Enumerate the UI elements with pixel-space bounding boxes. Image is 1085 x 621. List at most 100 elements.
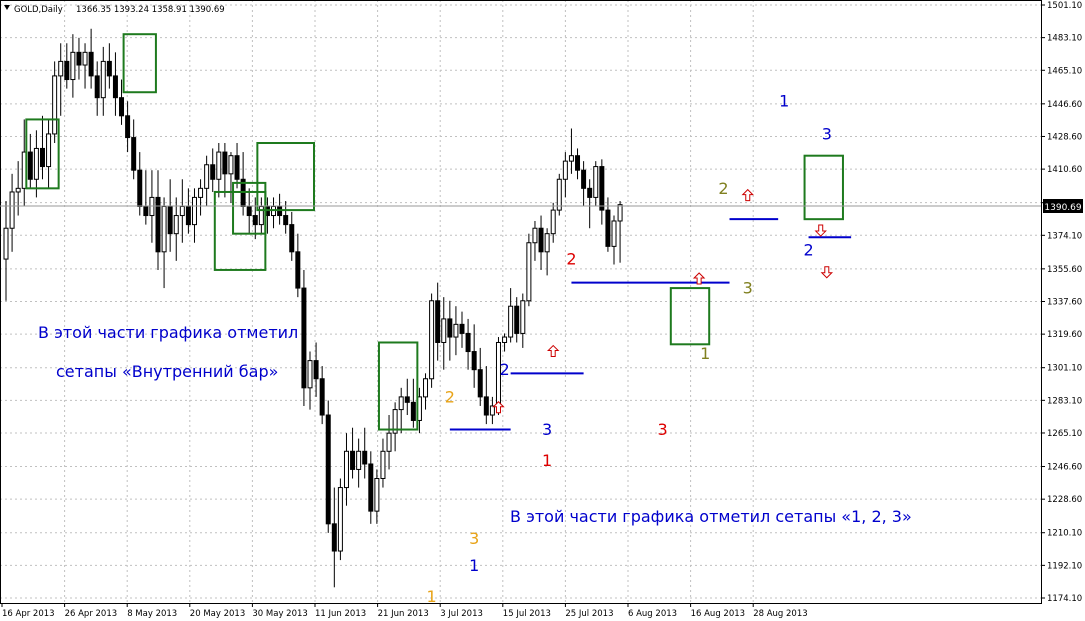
x-tick-label: 21 Jun 2013 [378, 609, 429, 619]
candle-body-bull [617, 204, 623, 222]
candle-body-bear [575, 155, 581, 171]
candle-body-bull [489, 405, 495, 416]
candle-body-bear [605, 209, 611, 247]
candle-body-bear [131, 137, 137, 171]
x-tick-label: 30 May 2013 [252, 609, 307, 619]
setup-point-label: 3 [822, 124, 832, 143]
candle-body-bear [64, 60, 70, 81]
candle-body-bull [453, 323, 459, 338]
candle-body-bear [94, 75, 100, 99]
candle-body-bull [550, 209, 556, 235]
x-tick-label: 11 Jun 2013 [315, 609, 366, 619]
candle-body-bear [538, 227, 544, 253]
x-tick-label: 26 Apr 2013 [65, 609, 118, 619]
y-tick-label: 1483.10 [1047, 34, 1082, 44]
candle [301, 269, 307, 406]
y-tick-label: 1192.10 [1047, 561, 1082, 571]
setup-point-label: 1 [700, 344, 710, 363]
candle-body-bear [362, 450, 368, 465]
candle-body-bull [191, 196, 197, 226]
candle-body-bull [173, 215, 179, 235]
setup-point-label: 3 [469, 529, 479, 548]
candle-body-bear [283, 215, 289, 226]
x-tick-label: 6 Aug 2013 [628, 609, 677, 619]
setup-point-label: 1 [542, 451, 552, 470]
x-tick-label: 3 Jul 2013 [440, 609, 483, 619]
candle-body-bull [568, 155, 574, 162]
setup-point-label: 2 [566, 250, 576, 269]
candle-body-bull [532, 227, 538, 244]
candle-body-bull [33, 147, 39, 180]
setup-point-label: 2 [803, 240, 813, 259]
y-tick-label: 1355.60 [1047, 265, 1082, 275]
x-tick-label: 16 Aug 2013 [691, 609, 745, 619]
y-tick-label: 1228.60 [1047, 495, 1082, 505]
candle-body-bear [331, 523, 337, 552]
candle-body-bull [198, 187, 204, 198]
candle-body-bear [167, 205, 173, 235]
x-tick-label: 16 Apr 2013 [2, 609, 55, 619]
candle-body-bear [410, 401, 416, 421]
y-tick-label: 1410.60 [1047, 165, 1082, 175]
candle-body-bear [301, 287, 307, 389]
y-tick-label: 1246.60 [1047, 463, 1082, 473]
candle-body-bull [82, 51, 88, 66]
candle-body-bull [374, 477, 380, 512]
x-tick-label: 20 May 2013 [190, 609, 245, 619]
candle-body-bull [520, 300, 526, 334]
candle-body-bull [526, 242, 532, 302]
candle-body-bear [39, 147, 45, 168]
y-tick-label: 1337.60 [1047, 298, 1082, 308]
candle-body-bear [106, 60, 112, 77]
candle-body-bear [76, 51, 82, 66]
candle-body-bull [52, 75, 58, 135]
candle-body-bear [483, 396, 489, 416]
candle-body-bull [611, 220, 617, 247]
setup-point-label: 2 [499, 360, 509, 379]
candle-body-bear [477, 369, 483, 398]
y-tick-label: 1319.60 [1047, 330, 1082, 340]
setup-point-label: 3 [743, 279, 753, 298]
candle-body-bull [179, 205, 185, 217]
chart-background [0, 0, 1085, 621]
candle-body-bull [228, 155, 234, 175]
candle-body-bear [27, 151, 33, 180]
setup-point-label: 3 [658, 420, 668, 439]
candle-body-bull [556, 178, 562, 211]
setup-point-label: 3 [542, 420, 552, 439]
candle-body-bull [204, 164, 210, 189]
candle-body-bear [514, 305, 520, 334]
y-tick-label: 1465.10 [1047, 66, 1082, 76]
y-tick-label: 1301.10 [1047, 364, 1082, 374]
candle-body-bear [222, 151, 228, 175]
inside-bar-note-line1: В этой части графика отметил [38, 323, 298, 342]
candle-body-bull [100, 60, 106, 99]
candle-body-bull [423, 378, 429, 398]
candle-body-bear [112, 75, 118, 99]
candle-body-bear [465, 332, 471, 353]
candle-body-bear [404, 396, 410, 403]
candle [429, 293, 435, 388]
candle-body-bull [46, 133, 52, 168]
candle-body-bull [386, 432, 392, 452]
candle-body-bull [544, 233, 550, 253]
candle-body-bull [3, 227, 9, 260]
candle [556, 173, 562, 216]
candle-body-bear [185, 205, 191, 226]
candle-body-bear [350, 450, 356, 470]
x-tick-label: 25 Jul 2013 [565, 609, 613, 619]
candle-body-bull [562, 160, 568, 180]
candle-body-bull [70, 51, 76, 81]
setup-point-label: 1 [779, 92, 789, 111]
symbol-label: GOLD,Daily [14, 5, 63, 15]
y-tick-label: 1265.10 [1047, 429, 1082, 439]
candle-body-bear [234, 155, 240, 180]
candle-body-bear [289, 224, 295, 253]
candle-body-bear [471, 351, 477, 371]
candle-body-bear [435, 300, 441, 343]
chart-header: GOLD,Daily 1366.35 1393.24 1358.91 1390.… [4, 5, 225, 15]
candle-body-bull [337, 487, 343, 552]
y-tick-label: 1283.10 [1047, 396, 1082, 406]
candle-body-bear [119, 97, 125, 117]
candle [526, 233, 532, 307]
